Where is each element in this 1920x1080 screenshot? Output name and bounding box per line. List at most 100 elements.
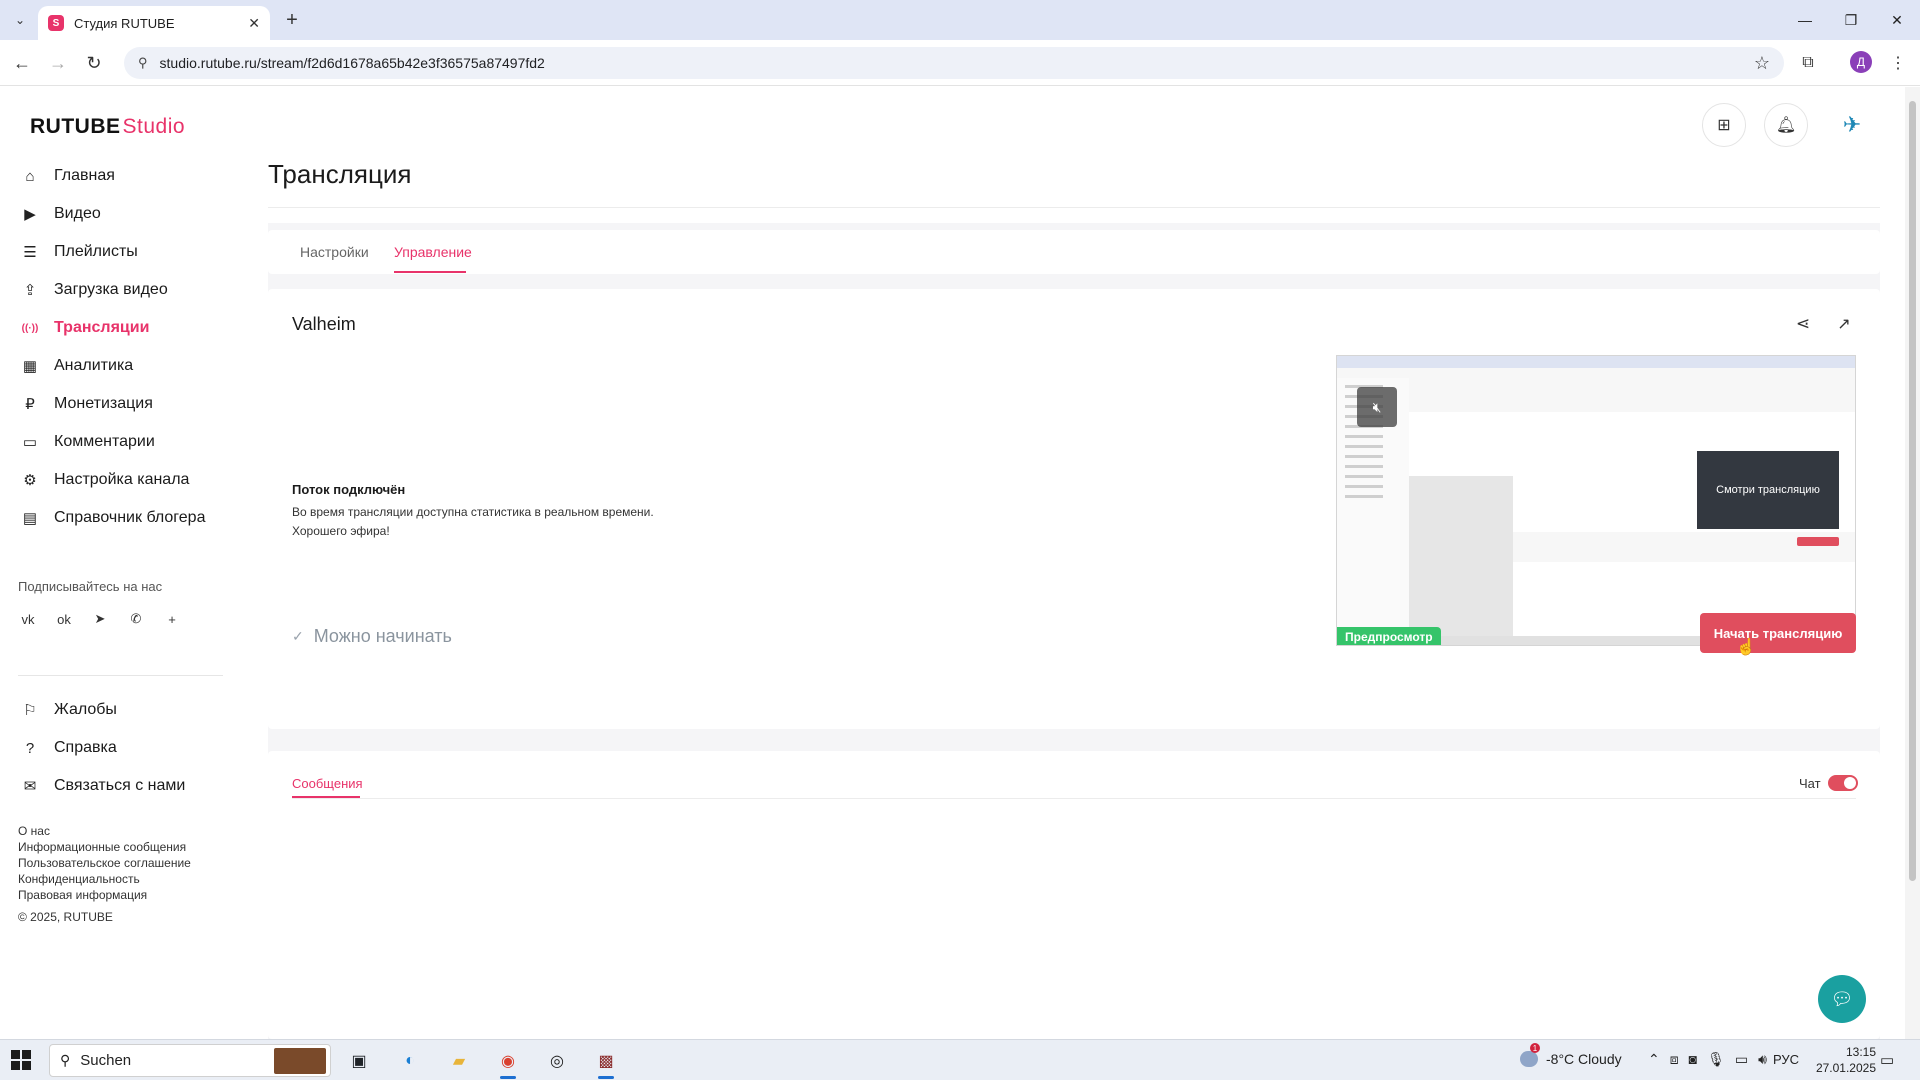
open-external-icon[interactable]: ↗ xyxy=(1833,313,1855,335)
reload-icon[interactable]: ↻ xyxy=(82,51,106,75)
minimize-icon[interactable]: — xyxy=(1782,0,1828,40)
browser-tab-active[interactable]: S Студия RUTUBE ✕ xyxy=(38,6,270,40)
share-icon[interactable]: ⋖ xyxy=(1792,313,1814,335)
create-button[interactable]: ⊞ xyxy=(1702,103,1746,147)
sidebar-item-8[interactable]: ⚙ Настройка канала xyxy=(0,461,222,499)
support-chat-button[interactable]: 💬︎ xyxy=(1818,975,1866,1023)
forward-icon[interactable]: → xyxy=(46,51,70,75)
clock-time: 13:15 xyxy=(1845,1045,1876,1059)
mouse-cursor-icon: ☝ xyxy=(1736,639,1756,656)
bookmark-star-icon[interactable]: ☆ xyxy=(1754,53,1770,74)
file-explorer-icon[interactable]: ▰ xyxy=(443,1045,475,1077)
support-item-1[interactable]: ? Справка xyxy=(0,729,222,767)
game-app-icon[interactable]: ▩ xyxy=(590,1045,622,1079)
sidebar-item-label: Плейлисты xyxy=(54,243,138,260)
taskbar-search[interactable]: ⚲ Suchen xyxy=(49,1044,331,1077)
stream-status: Поток подключён Во время трансляции дост… xyxy=(292,482,654,541)
tab-search-chevron-icon[interactable]: ⌄ xyxy=(8,8,32,32)
site-info-icon[interactable]: ⚲ xyxy=(138,55,148,71)
messages-card: Сообщения Чат xyxy=(268,751,1880,1039)
close-window-icon[interactable]: ✕ xyxy=(1874,0,1920,40)
extensions-icon[interactable]: ⧉ xyxy=(1796,51,1820,75)
tab-management[interactable]: Управление xyxy=(394,244,472,260)
complaints-icon: ⚐ xyxy=(23,702,37,719)
cloud-icon: 1 xyxy=(1520,1043,1540,1067)
stream-preview[interactable]: Смотри трансляцию 🔇︎ Предпросмотр xyxy=(1336,355,1856,646)
ready-status: ✓ Можно начинать xyxy=(292,626,452,647)
back-icon[interactable]: ← xyxy=(10,51,34,75)
preview-inner-button xyxy=(1797,537,1839,546)
obs-icon[interactable]: ◎ xyxy=(541,1045,573,1077)
task-view-icon[interactable]: ▣ xyxy=(343,1045,375,1077)
odnoklassniki-icon[interactable]: ok xyxy=(54,609,74,629)
windows-taskbar: ⚲ Suchen ▣ ◐ ▰ ◉ ◎ ▩ 1 -8°C Cloudy ⌃ ⧈ ◙… xyxy=(0,1039,1920,1080)
sidebar-item-4[interactable]: ((·)) Трансляции xyxy=(0,309,222,347)
scrollbar-thumb[interactable] xyxy=(1909,101,1916,881)
browser-menu-icon[interactable]: ⋮ xyxy=(1886,51,1910,75)
volume-icon[interactable]: 🔊︎ xyxy=(1758,1051,1767,1068)
tray-chevron-icon[interactable]: ⌃ xyxy=(1648,1051,1660,1068)
chrome-icon[interactable]: ◉ xyxy=(492,1045,524,1079)
sidebar-item-5[interactable]: ▦ Аналитика xyxy=(0,347,222,385)
more-icon[interactable]: + xyxy=(162,609,182,629)
mail-icon: ✉ xyxy=(23,778,37,795)
search-highlight-image xyxy=(274,1047,326,1074)
support-item-0[interactable]: ⚐ Жалобы xyxy=(0,691,222,729)
sidebar-item-2[interactable]: ☰ Плейлисты xyxy=(0,233,222,271)
sidebar-item-1[interactable]: ▶ Видео xyxy=(0,195,222,233)
messages-tab-underline xyxy=(292,796,360,798)
channel-avatar[interactable]: ✈ xyxy=(1830,103,1874,147)
support-item-label: Справка xyxy=(54,739,117,756)
sidebar-item-9[interactable]: ▤ Справочник блогера xyxy=(0,499,222,537)
monetization-icon: ₽ xyxy=(25,396,35,413)
windows-start-icon[interactable] xyxy=(11,1050,31,1070)
sidebar-item-3[interactable]: ⇪ Загрузка видео xyxy=(0,271,222,309)
bird-logo-icon: ✈ xyxy=(1842,112,1862,137)
microphone-icon[interactable]: 🎙︎ xyxy=(1707,1051,1725,1068)
address-bar[interactable]: ⚲ studio.rutube.ru/stream/f2d6d1678a65b4… xyxy=(124,47,1784,79)
tab-messages[interactable]: Сообщения xyxy=(292,776,363,791)
close-tab-icon[interactable]: ✕ xyxy=(248,15,260,32)
footer-link-0[interactable]: О нас xyxy=(18,823,191,839)
footer-link-2[interactable]: Пользовательское соглашение xyxy=(18,855,191,871)
network-icon[interactable]: ▭ xyxy=(1735,1051,1748,1068)
sidebar-item-label: Настройка канала xyxy=(54,471,190,488)
language-indicator[interactable]: РУС xyxy=(1773,1052,1799,1067)
chat-toggle[interactable] xyxy=(1828,775,1858,791)
mute-icon[interactable]: 🔇︎ xyxy=(1357,387,1397,427)
browser-profile-avatar[interactable]: Д xyxy=(1850,51,1872,73)
check-icon: ✓ xyxy=(292,628,304,644)
viber-icon[interactable]: ✆ xyxy=(126,609,146,629)
new-tab-button[interactable]: + xyxy=(280,8,304,32)
footer-link-1[interactable]: Информационные сообщения xyxy=(18,839,191,855)
sidebar-item-label: Монетизация xyxy=(54,395,153,412)
ready-text: Можно начинать xyxy=(313,626,452,646)
sidebar-item-label: Аналитика xyxy=(54,357,134,374)
camera-icon[interactable]: ◙ xyxy=(1689,1051,1697,1068)
vk-icon[interactable]: vk xyxy=(18,609,38,629)
telegram-icon[interactable]: ➤ xyxy=(90,609,110,629)
channel-settings-icon: ⚙ xyxy=(23,472,37,489)
url-text[interactable]: studio.rutube.ru/stream/f2d6d1678a65b42e… xyxy=(160,55,1754,71)
sidebar-item-7[interactable]: ▭ Комментарии xyxy=(0,423,222,461)
sidebar-item-6[interactable]: ₽ Монетизация xyxy=(0,385,222,423)
page-scrollbar[interactable] xyxy=(1905,87,1920,1039)
start-stream-button[interactable]: Начать трансляцию xyxy=(1700,613,1856,653)
sidebar-item-0[interactable]: ⌂ Главная xyxy=(0,157,222,195)
support-item-2[interactable]: ✉ Связаться с нами xyxy=(0,767,222,805)
footer-link-3[interactable]: Конфиденциальность xyxy=(18,871,191,887)
tray-app-icon[interactable]: ⧈ xyxy=(1670,1051,1679,1068)
clock[interactable]: 13:15 27.01.2025 xyxy=(1810,1044,1876,1076)
rutube-studio-logo[interactable]: RUTUBEStudio xyxy=(30,115,185,139)
notifications-center-icon[interactable]: ▭ xyxy=(1880,1051,1894,1069)
edge-icon[interactable]: ◐ xyxy=(394,1045,426,1077)
notifications-button[interactable]: 🔔︎ xyxy=(1764,103,1808,147)
rutube-favicon: S xyxy=(48,15,64,31)
weather-widget[interactable]: 1 -8°C Cloudy xyxy=(1520,1043,1622,1067)
tab-settings[interactable]: Настройки xyxy=(300,244,369,260)
upload-icon: ⇪ xyxy=(23,282,37,299)
sidebar-support-nav: ⚐ Жалобы? Справка ✉ Связаться с нами xyxy=(0,691,222,805)
footer-link-4[interactable]: Правовая информация xyxy=(18,887,191,903)
restore-icon[interactable]: ❐ xyxy=(1828,0,1874,40)
bell-icon: 🔔︎ xyxy=(1775,117,1797,134)
